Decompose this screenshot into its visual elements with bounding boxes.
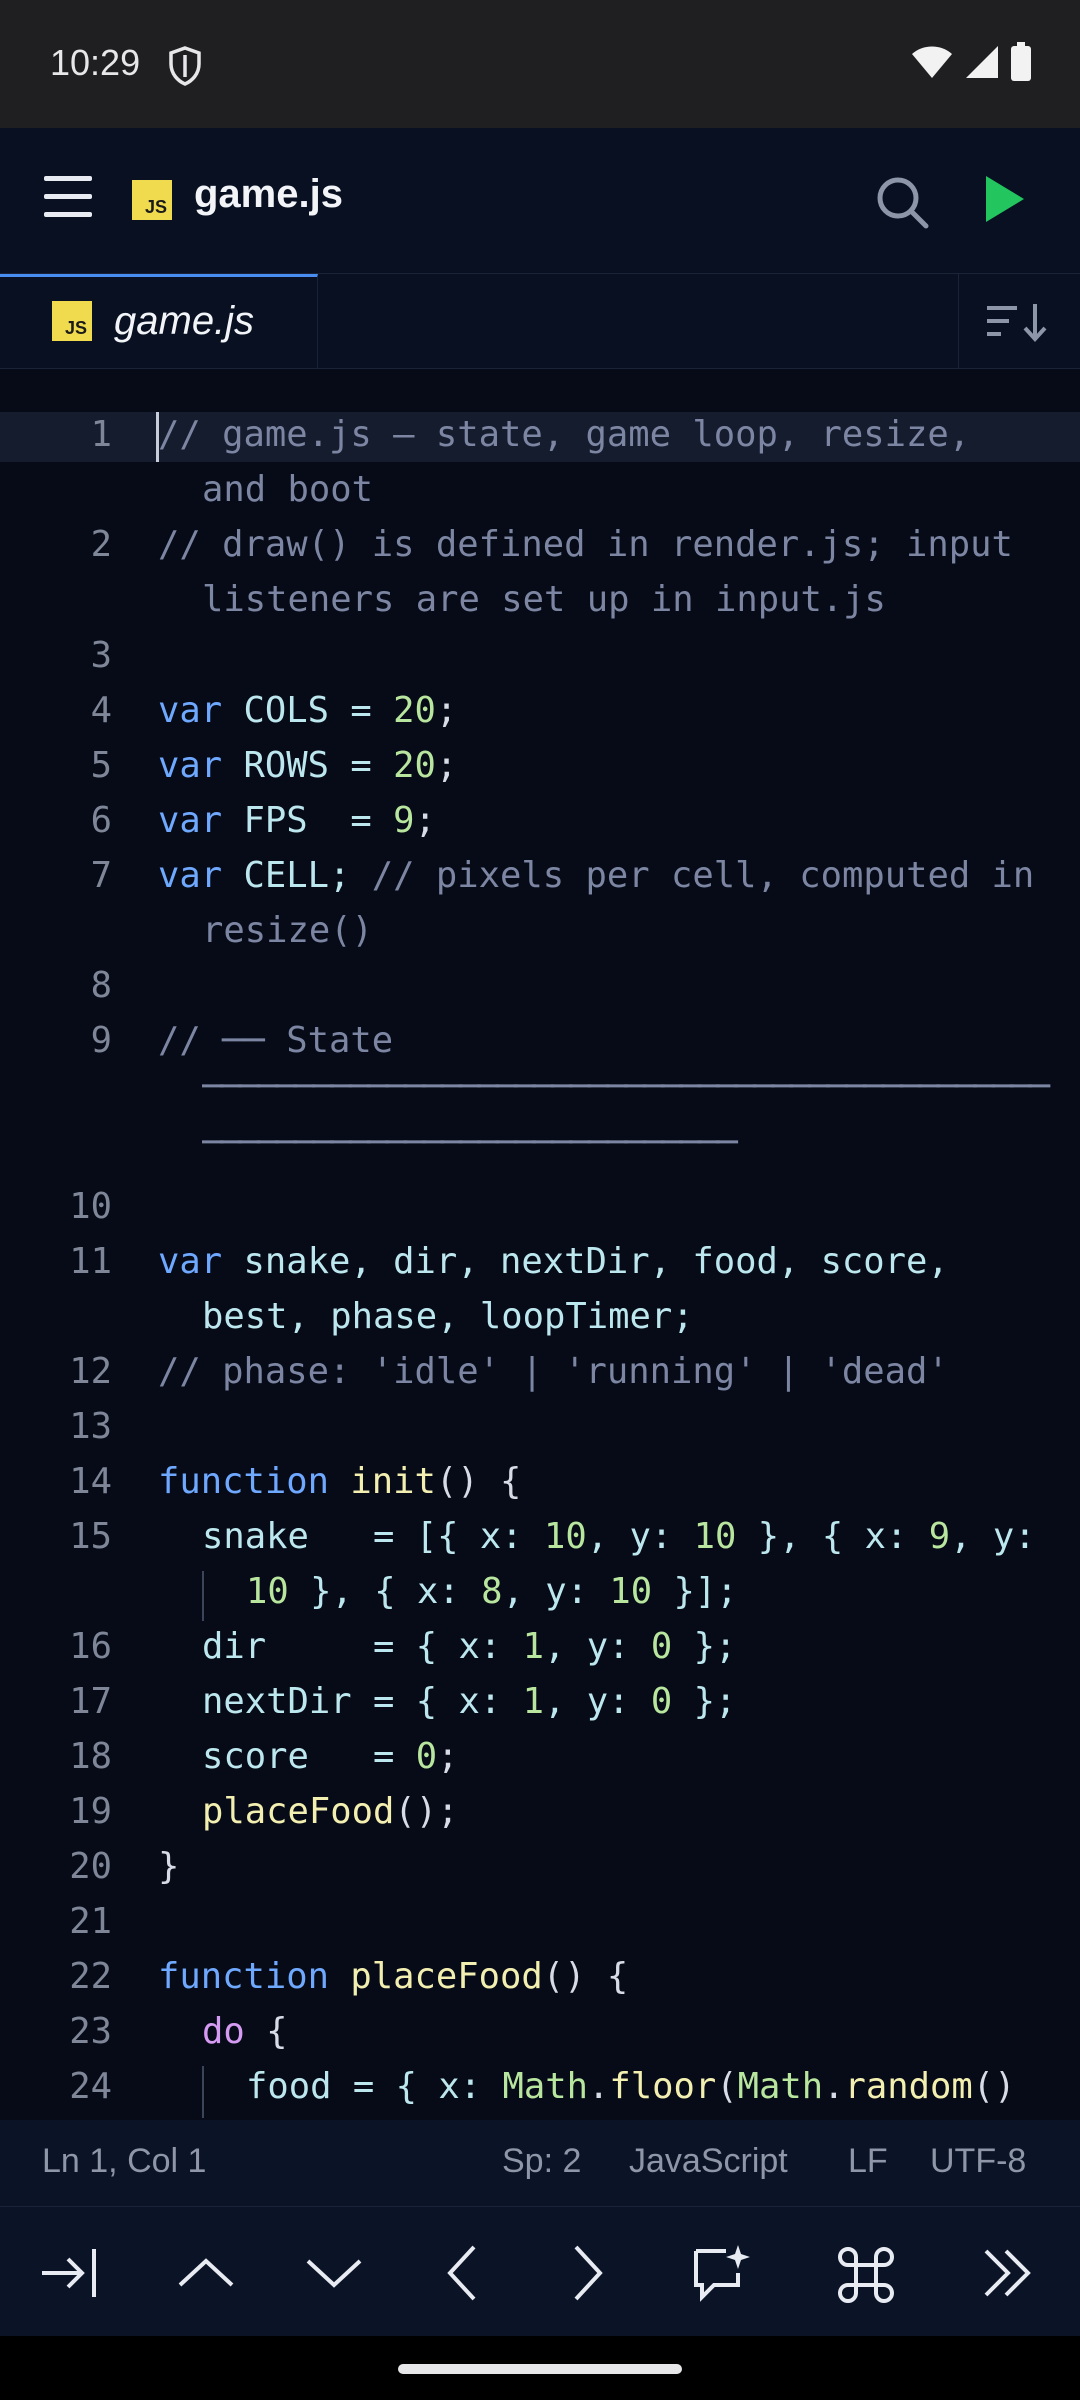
code-text: var snake, dir, nextDir, food, score, bbox=[158, 1241, 949, 1282]
code-text: // game.js — state, game loop, resize, bbox=[158, 414, 971, 455]
more-icon[interactable] bbox=[976, 2243, 1040, 2303]
code-text: ───────────────────────────── bbox=[202, 1122, 738, 1163]
cursor-position[interactable]: Ln 1, Col 1 bbox=[42, 2142, 206, 2181]
line-number: 16 bbox=[69, 1626, 112, 1667]
line-number: 12 bbox=[69, 1351, 112, 1392]
language-mode[interactable]: JavaScript bbox=[629, 2142, 788, 2181]
line-number: 6 bbox=[90, 800, 112, 841]
code-text: // draw() is defined in render.js; input bbox=[158, 524, 1013, 565]
code-text: var ROWS = 20; bbox=[158, 745, 458, 786]
run-icon[interactable] bbox=[980, 172, 1030, 231]
code-text: listeners are set up in input.js bbox=[202, 579, 886, 620]
file-encoding[interactable]: UTF-8 bbox=[930, 2142, 1026, 2181]
js-file-icon: JS bbox=[132, 180, 172, 220]
line-number: 22 bbox=[69, 1956, 112, 1997]
arrow-right-icon[interactable] bbox=[556, 2243, 620, 2303]
ai-chat-icon[interactable] bbox=[690, 2243, 754, 2303]
arrow-down-icon[interactable] bbox=[302, 2243, 366, 2303]
editor-toolbar bbox=[0, 2206, 1080, 2337]
line-number: 8 bbox=[90, 965, 112, 1006]
arrow-up-icon[interactable] bbox=[174, 2243, 238, 2303]
code-text: do { bbox=[202, 2011, 288, 2052]
line-number: 10 bbox=[69, 1186, 112, 1227]
code-editor[interactable]: 1 // game.js — state, game loop, resize,… bbox=[0, 368, 1080, 2118]
system-status-bar: 10:29 bbox=[0, 0, 1080, 128]
line-number: 9 bbox=[90, 1020, 112, 1061]
tab-icon[interactable] bbox=[38, 2243, 102, 2303]
indent-guide bbox=[202, 2066, 204, 2118]
editor-status-line: Ln 1, Col 1 Sp: 2 JavaScript LF UTF-8 bbox=[0, 2120, 1080, 2206]
code-text: // ── State bbox=[158, 1020, 394, 1061]
line-number: 3 bbox=[90, 635, 112, 676]
code-text: dir = { x: 1, y: 0 }; bbox=[202, 1626, 737, 1667]
shield-icon bbox=[168, 46, 202, 91]
line-number: 7 bbox=[90, 855, 112, 896]
line-number: 20 bbox=[69, 1846, 112, 1887]
line-number: 17 bbox=[69, 1681, 112, 1722]
code-text: var CELL; // pixels per cell, computed i… bbox=[158, 855, 1035, 896]
indent-setting[interactable]: Sp: 2 bbox=[502, 2142, 581, 2181]
tab-label: game.js bbox=[114, 299, 255, 343]
code-text: placeFood(); bbox=[202, 1791, 459, 1832]
code-text: and boot bbox=[202, 469, 373, 510]
line-number: 1 bbox=[90, 414, 112, 455]
code-text: // phase: 'idle' | 'running' | 'dead' bbox=[158, 1351, 949, 1392]
line-number: 4 bbox=[90, 690, 112, 731]
code-text: function placeFood() { bbox=[158, 1956, 629, 1997]
line-ending[interactable]: LF bbox=[848, 2142, 888, 2181]
line-number: 2 bbox=[90, 524, 112, 565]
clock: 10:29 bbox=[50, 42, 141, 83]
code-text: 10 }, { x: 8, y: 10 }]; bbox=[246, 1571, 738, 1612]
wifi-icon bbox=[912, 46, 952, 78]
line-number: 24 bbox=[69, 2066, 112, 2107]
code-text: best, phase, loopTimer; bbox=[202, 1296, 694, 1337]
code-text: var COLS = 20; bbox=[158, 690, 458, 731]
code-text: score = 0; bbox=[202, 1736, 459, 1777]
home-gesture-bar[interactable] bbox=[398, 2364, 682, 2374]
arrow-left-icon[interactable] bbox=[430, 2243, 494, 2303]
code-text: snake = [{ x: 10, y: 10 }, { x: 9, y: bbox=[202, 1516, 1036, 1557]
code-text: food = { x: Math.floor(Math.random() bbox=[246, 2066, 1016, 2107]
js-file-icon: JS bbox=[52, 301, 92, 341]
line-number: 19 bbox=[69, 1791, 112, 1832]
sort-icon[interactable] bbox=[958, 274, 1080, 368]
search-icon[interactable] bbox=[872, 172, 932, 237]
code-text: resize() bbox=[202, 910, 373, 951]
line-number: 11 bbox=[69, 1241, 112, 1282]
indent-guide bbox=[202, 1571, 204, 1621]
tab-bar: JS game.js bbox=[0, 274, 1080, 369]
file-title: game.js bbox=[194, 172, 343, 216]
tab-game-js[interactable]: JS game.js bbox=[0, 274, 318, 368]
code-text: function init() { bbox=[158, 1461, 522, 1502]
line-number: 15 bbox=[69, 1516, 112, 1557]
line-number: 18 bbox=[69, 1736, 112, 1777]
command-icon[interactable] bbox=[834, 2243, 898, 2303]
code-text: } bbox=[158, 1846, 180, 1887]
line-number: 13 bbox=[69, 1406, 112, 1447]
line-number: 5 bbox=[90, 745, 112, 786]
system-nav-bar bbox=[0, 2336, 1080, 2400]
code-text: ────────────────────────────────────────… bbox=[202, 1066, 1050, 1107]
code-text: nextDir = { x: 1, y: 0 }; bbox=[202, 1681, 737, 1722]
code-text: var FPS = 9; bbox=[158, 800, 436, 841]
battery-icon bbox=[1011, 42, 1031, 81]
line-number: 14 bbox=[69, 1461, 112, 1502]
line-number: 21 bbox=[69, 1901, 112, 1942]
signal-icon bbox=[966, 46, 998, 78]
menu-icon[interactable] bbox=[40, 172, 100, 228]
line-number: 23 bbox=[69, 2011, 112, 2052]
